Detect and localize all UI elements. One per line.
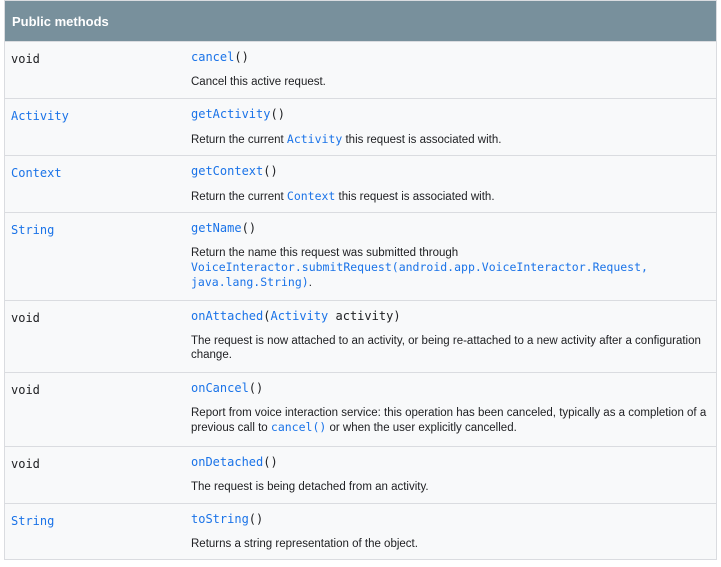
- table-row: String getName() Return the name this re…: [5, 212, 716, 300]
- method-description: The request is being detached from an ac…: [191, 481, 429, 493]
- desc-code-link[interactable]: Context: [287, 189, 335, 203]
- return-type-link[interactable]: String: [11, 514, 54, 528]
- return-type: void: [11, 52, 40, 66]
- method-cell: onDetached() The request is being detach…: [183, 447, 716, 503]
- method-link-getcontext[interactable]: getContext: [191, 164, 263, 178]
- desc-text: or when the user explicitly cancelled.: [326, 422, 517, 434]
- desc-text: Return the current: [191, 134, 287, 146]
- method-link-cancel[interactable]: cancel: [191, 50, 234, 64]
- table-row: void onAttached(Activity activity) The r…: [5, 300, 716, 372]
- desc-text: .: [308, 277, 312, 289]
- sig-close: ): [277, 107, 285, 121]
- sig-open: (: [248, 512, 257, 526]
- return-type-cell: Activity: [5, 99, 183, 155]
- desc-code-link[interactable]: Activity: [287, 132, 342, 146]
- sig-close: ): [393, 309, 401, 323]
- sig-open: (: [270, 107, 278, 121]
- return-type-cell: void: [5, 42, 183, 98]
- method-link-onattached[interactable]: onAttached: [191, 309, 263, 323]
- method-link-tostring[interactable]: toString: [191, 512, 249, 526]
- method-description: Return the current Activity this request…: [191, 132, 708, 147]
- table-header: Public methods: [5, 1, 716, 41]
- sig-close: ): [241, 50, 249, 64]
- return-type: void: [11, 311, 40, 325]
- sig-open: (: [241, 221, 249, 235]
- desc-code-link[interactable]: VoiceInteractor.submitRequest(android.ap…: [191, 260, 708, 291]
- desc-code-link[interactable]: cancel(): [271, 420, 326, 434]
- table-title: Public methods: [12, 13, 109, 29]
- return-type-link[interactable]: Activity: [11, 109, 69, 123]
- table-row: void cancel() Cancel this active request…: [5, 41, 716, 98]
- sig-close: ): [256, 381, 264, 395]
- return-type-cell: String: [5, 213, 183, 300]
- table-row: Activity getActivity() Return the curren…: [5, 98, 716, 155]
- table-row: void onDetached() The request is being d…: [5, 446, 716, 503]
- sig-open: (: [248, 381, 257, 395]
- return-type-link[interactable]: Context: [11, 166, 62, 180]
- method-cell: toString() Returns a string representati…: [183, 504, 716, 559]
- method-cell: onCancel() Report from voice interaction…: [183, 373, 716, 446]
- table-row: void onCancel() Report from voice intera…: [5, 372, 716, 446]
- table-row: Context getContext() Return the current …: [5, 155, 716, 212]
- method-link-getactivity[interactable]: getActivity: [191, 107, 270, 121]
- return-type-cell: void: [5, 447, 183, 503]
- param-type-link[interactable]: Activity: [270, 309, 328, 323]
- method-description: Cancel this active request.: [191, 76, 326, 88]
- return-type-cell: void: [5, 373, 183, 446]
- return-type: void: [11, 457, 40, 471]
- method-cell: getName() Return the name this request w…: [183, 213, 716, 300]
- desc-text: Return the name this request was submitt…: [191, 247, 459, 259]
- return-type-cell: String: [5, 504, 183, 559]
- public-methods-table: Public methods void cancel() Cancel this…: [4, 0, 717, 560]
- return-type-link[interactable]: String: [11, 223, 54, 237]
- method-description: Returns a string representation of the o…: [191, 538, 418, 550]
- sig-open: (: [234, 50, 242, 64]
- method-cell: getContext() Return the current Context …: [183, 156, 716, 212]
- table-row: String toString() Returns a string repre…: [5, 503, 716, 559]
- method-link-ondetached[interactable]: onDetached: [191, 455, 263, 469]
- method-link-getname[interactable]: getName: [191, 221, 242, 235]
- method-description: Return the current Context this request …: [191, 189, 708, 204]
- sig-close: ): [248, 221, 257, 235]
- desc-code-line: VoiceInteractor.submitRequest(android.ap…: [191, 260, 648, 274]
- sig-close: ): [270, 164, 278, 178]
- method-cell: cancel() Cancel this active request.: [183, 42, 716, 98]
- return-type-cell: void: [5, 301, 183, 372]
- method-description: Report from voice interaction service: t…: [191, 406, 708, 435]
- method-description: The request is now attached to an activi…: [191, 335, 701, 361]
- method-cell: getActivity() Return the current Activit…: [183, 99, 716, 155]
- method-description: Return the name this request was submitt…: [191, 246, 708, 291]
- sig-close: ): [270, 455, 278, 469]
- sig-close: ): [256, 512, 264, 526]
- desc-text: this request is associated with.: [335, 191, 495, 203]
- desc-text: this request is associated with.: [342, 134, 502, 146]
- method-link-oncancel[interactable]: onCancel: [191, 381, 249, 395]
- desc-text: Return the current: [191, 191, 287, 203]
- method-cell: onAttached(Activity activity) The reques…: [183, 301, 716, 372]
- param-name: activity: [328, 309, 394, 323]
- desc-code-line: java.lang.String): [191, 275, 309, 289]
- return-type-cell: Context: [5, 156, 183, 212]
- return-type: void: [11, 383, 40, 397]
